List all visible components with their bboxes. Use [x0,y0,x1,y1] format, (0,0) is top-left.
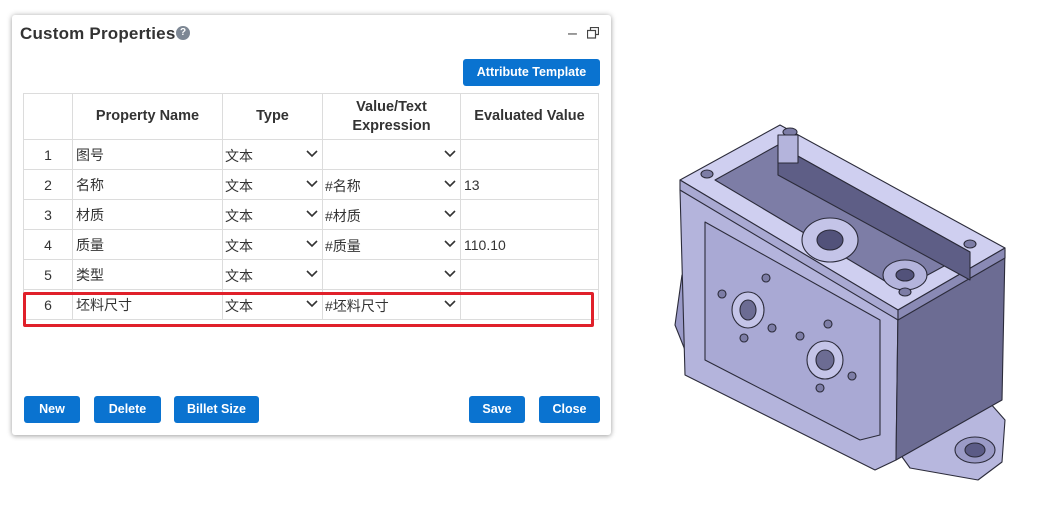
chevron-down-icon[interactable] [306,150,318,158]
value-expression-select[interactable] [322,259,461,290]
type-value: 文本 [225,268,253,284]
row-highlight-annotation [23,292,594,327]
evaluated-value-cell [460,259,599,290]
attribute-template-button[interactable]: Attribute Template [463,59,600,86]
row-index: 1 [23,139,73,170]
property-name-cell[interactable]: 图号 [72,139,223,170]
evaluated-value-cell: 13 [460,169,599,200]
chevron-down-icon[interactable] [444,240,456,248]
type-value: 文本 [225,178,253,194]
restore-window-icon[interactable] [587,27,599,39]
value-expression-select[interactable]: #材质 [322,199,461,230]
chevron-down-icon[interactable] [306,270,318,278]
header-property-name: Property Name [72,93,223,140]
type-select[interactable]: 文本 [222,259,323,290]
chevron-down-icon[interactable] [444,180,456,188]
header-value-line1: Value/Text [356,98,427,115]
close-button[interactable]: Close [539,396,600,423]
chevron-down-icon[interactable] [444,210,456,218]
table-row: 2 名称 文本 #名称 13 [23,169,599,200]
chevron-down-icon[interactable] [306,180,318,188]
value-expression-select[interactable]: #质量 [322,229,461,260]
minimize-icon[interactable]: – [568,25,577,43]
value-expression-select[interactable]: #名称 [322,169,461,200]
evaluated-value-cell: 110.10 [460,229,599,260]
type-value: 文本 [225,148,253,164]
table-row: 1 图号 文本 [23,139,599,170]
row-index: 3 [23,199,73,230]
chevron-down-icon[interactable] [444,150,456,158]
property-name-cell[interactable]: 名称 [72,169,223,200]
cad-model-view[interactable] [660,110,1030,490]
evaluated-value-cell [460,139,599,170]
row-index: 5 [23,259,73,290]
header-value-expression: Value/Text Expression [322,93,461,140]
billet-size-button[interactable]: Billet Size [174,396,259,423]
type-value: 文本 [225,208,253,224]
header-evaluated-value: Evaluated Value [460,93,599,140]
delete-button[interactable]: Delete [94,396,161,423]
property-name-cell[interactable]: 材质 [72,199,223,230]
chevron-down-icon[interactable] [306,240,318,248]
save-button[interactable]: Save [469,396,525,423]
table-row: 3 材质 文本 #材质 [23,199,599,230]
panel-title: Custom Properties [20,24,176,43]
header-index [23,93,73,140]
table-row: 4 质量 文本 #质量 110.10 [23,229,599,260]
value-expression: #材质 [325,208,361,224]
header-type: Type [222,93,323,140]
chevron-down-icon[interactable] [306,210,318,218]
type-select[interactable]: 文本 [222,199,323,230]
header-value-line2: Expression [352,117,431,134]
evaluated-value-cell [460,199,599,230]
new-button[interactable]: New [24,396,80,423]
properties-table: Property Name Type Value/Text Expression… [23,93,599,320]
property-name-cell[interactable]: 质量 [72,229,223,260]
type-select[interactable]: 文本 [222,169,323,200]
help-icon[interactable]: ? [176,26,190,40]
type-select[interactable]: 文本 [222,229,323,260]
type-select[interactable]: 文本 [222,139,323,170]
type-value: 文本 [225,238,253,254]
row-index: 4 [23,229,73,260]
value-expression: #质量 [325,238,361,254]
value-expression-select[interactable] [322,139,461,170]
row-index: 2 [23,169,73,200]
custom-properties-panel: Custom Properties ? – Attribute Template… [12,15,611,435]
property-name-cell[interactable]: 类型 [72,259,223,290]
value-expression: #名称 [325,178,361,194]
table-row: 5 类型 文本 [23,259,599,290]
chevron-down-icon[interactable] [444,270,456,278]
